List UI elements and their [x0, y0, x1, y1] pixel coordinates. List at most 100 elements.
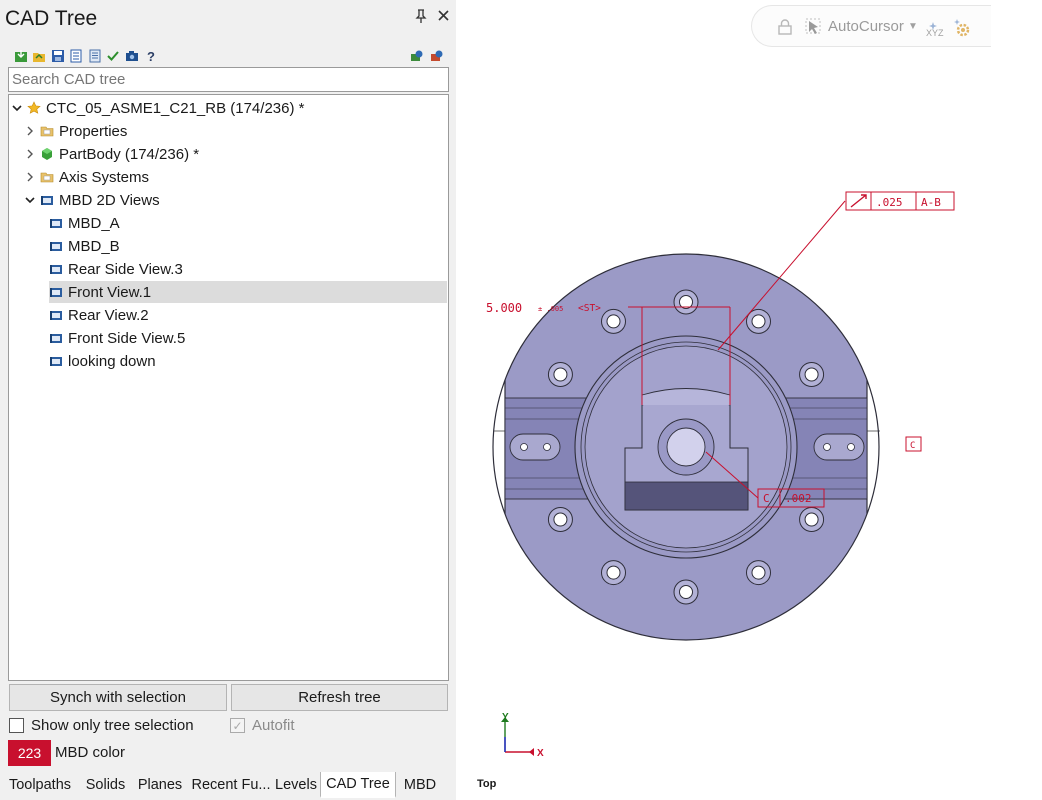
refresh-tree-button[interactable]: Refresh tree [231, 684, 448, 711]
autocursor-label[interactable]: AutoCursor [828, 18, 904, 35]
save-icon[interactable] [50, 48, 65, 63]
chevron-right-icon[interactable] [24, 148, 36, 160]
view-icon [49, 285, 63, 299]
mbd-color-swatch[interactable]: 223 [8, 740, 51, 766]
camera-icon[interactable] [124, 48, 139, 63]
xyz-icon[interactable]: XYZ [925, 20, 947, 43]
axis-triad: X Y [501, 712, 544, 759]
checkbox-label: Show only tree selection [31, 717, 194, 734]
view-icon [49, 308, 63, 322]
bolt-hole-bore [553, 512, 568, 527]
gear-icon[interactable] [953, 18, 971, 43]
tab-toolpaths[interactable]: Toolpaths [2, 772, 78, 798]
view-item-label: Front Side View.5 [68, 329, 186, 347]
runout-tolerance: .025 [876, 196, 903, 209]
search-input[interactable] [8, 67, 449, 92]
cad-tree: CTC_05_ASME1_C21_RB (174/236) * Properti… [8, 94, 449, 681]
show-only-tree-selection-checkbox[interactable]: Show only tree selection [9, 717, 194, 734]
svg-text:XYZ: XYZ [926, 28, 944, 38]
view-item-label: Rear View.2 [68, 306, 149, 324]
pin-icon[interactable] [414, 9, 428, 25]
view-item-mbd-b[interactable]: MBD_B [49, 235, 447, 257]
open-folder-icon[interactable] [31, 48, 46, 63]
view-icon [49, 354, 63, 368]
dimension-value: 5.000 [486, 301, 522, 315]
checkmark-icon[interactable]: ✓ [230, 718, 245, 733]
tab-solids[interactable]: Solids [80, 772, 131, 798]
close-icon[interactable] [436, 8, 450, 24]
settings-icon[interactable] [429, 48, 444, 63]
document-icon[interactable] [68, 48, 83, 63]
graphics-viewport[interactable]: 5.000 ± .005 <ST> .025 A-B C C .002 X Y … [458, 0, 1042, 800]
import-icon[interactable] [13, 48, 28, 63]
mbd-color-label: MBD color [55, 744, 126, 761]
cursor-icon[interactable] [805, 18, 823, 41]
bolt-hole-bore [751, 314, 766, 329]
panel-title: CAD Tree [5, 7, 98, 30]
chevron-right-icon[interactable] [24, 125, 36, 137]
runout-datum: A-B [921, 196, 941, 209]
tab-mbd[interactable]: MBD [397, 772, 443, 798]
tab-planes[interactable]: Planes [133, 772, 187, 798]
tab-recent-functions[interactable]: Recent Fu... [189, 772, 273, 798]
view-icon [49, 331, 63, 345]
part-drawing: 5.000 ± .005 <ST> .025 A-B C C .002 X Y [486, 191, 955, 759]
tree-item-axis-systems[interactable]: Axis Systems [24, 166, 149, 188]
view-item-mbd-a[interactable]: MBD_A [49, 212, 447, 234]
tree-root[interactable]: CTC_05_ASME1_C21_RB (174/236) * [11, 97, 304, 119]
tree-item-mbd-2d-views[interactable]: MBD 2D Views [24, 189, 160, 211]
view-icon [40, 193, 54, 207]
tree-item-label: PartBody (174/236) * [59, 145, 200, 163]
bolt-hole-bore [804, 512, 819, 527]
tree-item-properties[interactable]: Properties [24, 120, 127, 142]
chevron-right-icon[interactable] [24, 171, 36, 183]
bolt-hole-bore [606, 565, 621, 580]
view-item-front-side-view-5[interactable]: Front Side View.5 [49, 327, 447, 349]
bolt-hole-bore [804, 367, 819, 382]
folder-icon [40, 124, 54, 138]
caret-icon[interactable]: ▼ [908, 21, 918, 32]
view-icon [49, 216, 63, 230]
view-item-rear-view-2[interactable]: Rear View.2 [49, 304, 447, 326]
bolt-hole-bore [553, 367, 568, 382]
autofit-checkbox[interactable]: ✓ Autofit [230, 717, 295, 734]
chevron-down-icon[interactable] [24, 194, 36, 206]
dimension-tolerance: ± .005 [538, 305, 563, 313]
lock-icon[interactable] [778, 19, 792, 40]
view-item-label: MBD_B [68, 237, 120, 255]
fcf2-prefix: C [763, 492, 770, 505]
checkbox-box[interactable] [9, 718, 24, 733]
autocursor-bar: AutoCursor ▼ XYZ [751, 5, 991, 47]
bolt-hole-bore [606, 314, 621, 329]
chevron-down-icon[interactable] [11, 102, 23, 114]
synch-with-selection-button[interactable]: Synch with selection [9, 684, 227, 711]
slot-left [509, 433, 561, 461]
tree-root-label: CTC_05_ASME1_C21_RB (174/236) * [46, 99, 305, 117]
checkmark-icon[interactable] [105, 48, 120, 63]
view-item-label: Front View.1 [68, 283, 152, 301]
cad-tree-toolbar: ? [9, 48, 449, 64]
checkbox-label: Autofit [252, 717, 295, 734]
y-axis-label: Y [502, 712, 509, 723]
view-item-rear-side-view-3[interactable]: Rear Side View.3 [49, 258, 447, 280]
fcf2-value: .002 [785, 492, 812, 505]
panel-tabs: Toolpaths Solids Planes Recent Fu... Lev… [0, 772, 456, 800]
tree-item-partbody[interactable]: PartBody (174/236) * [24, 143, 199, 165]
help-icon[interactable]: ? [143, 48, 158, 63]
filter-toggle-icon[interactable] [409, 48, 424, 63]
tab-levels[interactable]: Levels [273, 772, 319, 798]
folder-icon [40, 170, 54, 184]
view-item-front-view-1[interactable]: Front View.1 [49, 281, 447, 303]
green-solid-icon [40, 147, 54, 161]
slot-right [813, 433, 865, 461]
x-axis-label: X [537, 748, 544, 759]
tree-item-label: Axis Systems [59, 168, 150, 186]
view-icon [49, 262, 63, 276]
tab-cad-tree[interactable]: CAD Tree [320, 772, 396, 798]
dimension-note: <ST> [578, 303, 601, 314]
tree-item-label: Properties [59, 122, 128, 140]
view-item-looking-down[interactable]: looking down [49, 350, 447, 372]
cad-tree-panel: CAD Tree ? Search CAD tree CTC_05_ASME1_… [0, 0, 456, 800]
list-icon[interactable] [87, 48, 102, 63]
view-item-label: Rear Side View.3 [68, 260, 183, 278]
